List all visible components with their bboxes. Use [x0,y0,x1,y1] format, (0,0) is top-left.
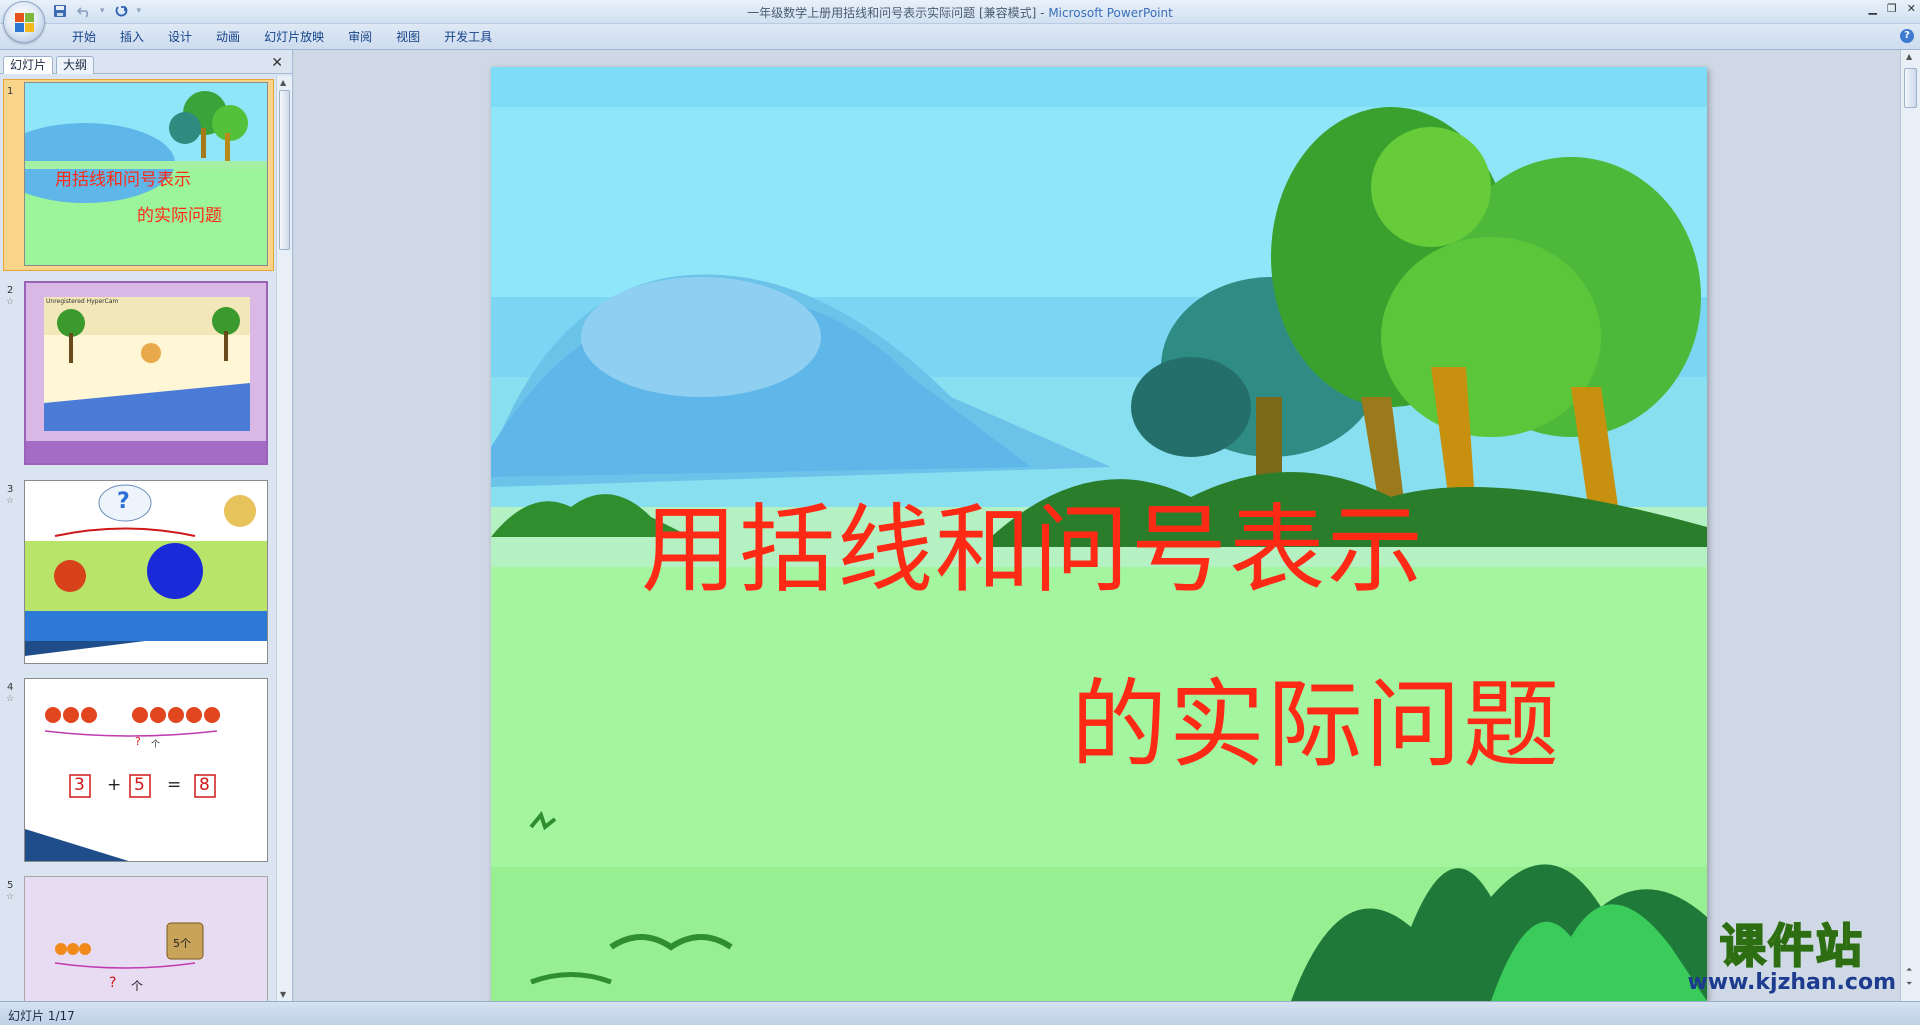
tab-insert[interactable]: 插入 [108,29,156,45]
slide-5-preview [25,877,267,1001]
slide-title-line2[interactable]: 的实际问题 [1071,647,1561,786]
tab-outline[interactable]: 大纲 [56,56,95,74]
slide-thumbnail-row[interactable]: 3 ☆ ? [0,480,276,672]
slide-thumbnail[interactable]: ? 个 3 + 5 = 8 [24,678,268,862]
slide-editor: 用括线和问号表示 的实际问题 [294,50,1900,1001]
window-title: 一年级数学上册用括线和问号表示实际问题 [兼容模式] - Microsoft P… [0,4,1920,21]
window-controls: ▁ ❐ ✕ [1868,2,1916,15]
slide-3-question: ? [117,489,130,514]
thumbnail-scrollbar[interactable]: ▲ ▼ [276,76,292,1001]
slide-4-eq-b: 5 [134,775,145,795]
slide-thumbnail[interactable]: 5个 ? 个 [24,876,268,1001]
scroll-up-icon[interactable]: ▲ [280,78,286,87]
slide-4-eq: = [167,775,182,795]
slide-5-unit: 个 [131,979,144,993]
slide-thumbnail[interactable]: ? [24,480,268,664]
status-bar: 幻灯片 1/17 [0,1001,1920,1025]
slide-1-thumb-title1: 用括线和问号表示 [55,170,191,190]
document-title: 一年级数学上册用括线和问号表示实际问题 [兼容模式] - [747,6,1049,20]
slide-4-eq-a: 3 [74,775,85,795]
slide-number: 5 [7,880,14,891]
thumbnail-list: 1 用括线和问号表示 的实际问题 2 ☆ Unregistered HyperC… [0,76,276,1001]
tab-home[interactable]: 开始 [60,29,108,45]
slide-thumbnail-row[interactable]: 5 ☆ 5个 ? 个 [0,876,276,1001]
slide-title-line1[interactable]: 用括线和问号表示 [641,472,1425,611]
watermark-text: 课件站 [1719,919,1864,973]
slide-4-unit: 个 [151,740,161,750]
slide-5-question: ? [109,975,117,991]
animation-icon: ☆ [6,892,15,902]
minimize-icon[interactable]: ▁ [1868,2,1876,15]
slide-thumbnail[interactable]: Unregistered HyperCam [24,281,268,465]
slide-number: 1 [7,86,14,97]
title-bar: ▾ ▾ 一年级数学上册用括线和问号表示实际问题 [兼容模式] - Microso… [0,0,1920,24]
watermark-url: www.kjzhan.com [1687,970,1896,995]
slide-4-preview [25,679,267,861]
tab-developer[interactable]: 开发工具 [432,29,504,45]
next-slide-icon[interactable]: ⏷ [1906,979,1912,989]
app-name: Microsoft PowerPoint [1048,6,1173,20]
slide-5-basket-label: 5个 [173,937,191,950]
animation-icon: ☆ [6,297,15,307]
help-icon[interactable]: ? [1900,29,1914,43]
tab-slideshow[interactable]: 幻灯片放映 [252,29,336,45]
tab-slides[interactable]: 幻灯片 [3,56,54,74]
scrollbar-thumb[interactable] [279,90,290,250]
office-logo-icon [15,13,35,33]
scroll-down-icon[interactable]: ▼ [280,990,286,999]
prev-slide-icon[interactable]: ⏶ [1906,965,1912,975]
slide-number: 3 [7,484,14,495]
slides-pane: 幻灯片 大纲 ✕ 1 用括线和问号表示 的实际问题 2 ☆ Unregister… [0,50,293,1001]
slide-4-eq-c: 8 [199,775,210,795]
tab-view[interactable]: 视图 [384,29,432,45]
restore-icon[interactable]: ❐ [1887,2,1897,15]
animation-icon: ☆ [6,496,15,506]
tab-animations[interactable]: 动画 [204,29,252,45]
watermark: 课件站 www.kjzhan.com [1687,919,1896,995]
close-icon[interactable]: ✕ [1907,2,1916,15]
slide-2-preview [26,283,266,463]
close-pane-icon[interactable]: ✕ [271,55,283,71]
slide-thumbnail-row[interactable]: 4 ☆ ? 个 3 + 5 = 8 [0,678,276,870]
tab-review[interactable]: 审阅 [336,29,384,45]
slide-number: 4 [7,682,14,693]
slide-counter: 幻灯片 1/17 [8,1009,75,1023]
slide-thumbnail-row[interactable]: 1 用括线和问号表示 的实际问题 [0,79,276,274]
slide-thumbnail-row[interactable]: 2 ☆ Unregistered HyperCam [0,281,276,473]
office-button[interactable] [3,1,45,43]
slide-3-preview [25,481,267,663]
scroll-up-icon[interactable]: ▲ [1906,52,1912,61]
scrollbar-thumb[interactable] [1904,68,1917,108]
slide-number: 2 [7,285,14,296]
animation-icon: ☆ [6,694,15,704]
tab-design[interactable]: 设计 [156,29,204,45]
current-slide[interactable]: 用括线和问号表示 的实际问题 [491,67,1707,1001]
ribbon-tabs: 开始 插入 设计 动画 幻灯片放映 审阅 视图 开发工具 [60,29,504,45]
slide-2-caption: Unregistered HyperCam [46,298,119,305]
slide-thumbnail[interactable]: 用括线和问号表示 的实际问题 [24,82,268,266]
slide-4-op: + [107,775,122,795]
ribbon: 开始 插入 设计 动画 幻灯片放映 审阅 视图 开发工具 ? [0,24,1920,50]
editor-scrollbar[interactable]: ▲ ⏶ ⏷ [1900,50,1920,1001]
slide-1-thumb-title2: 的实际问题 [137,206,222,226]
slide-4-question: ? [135,735,141,748]
pane-tabs: 幻灯片 大纲 ✕ [0,52,293,74]
